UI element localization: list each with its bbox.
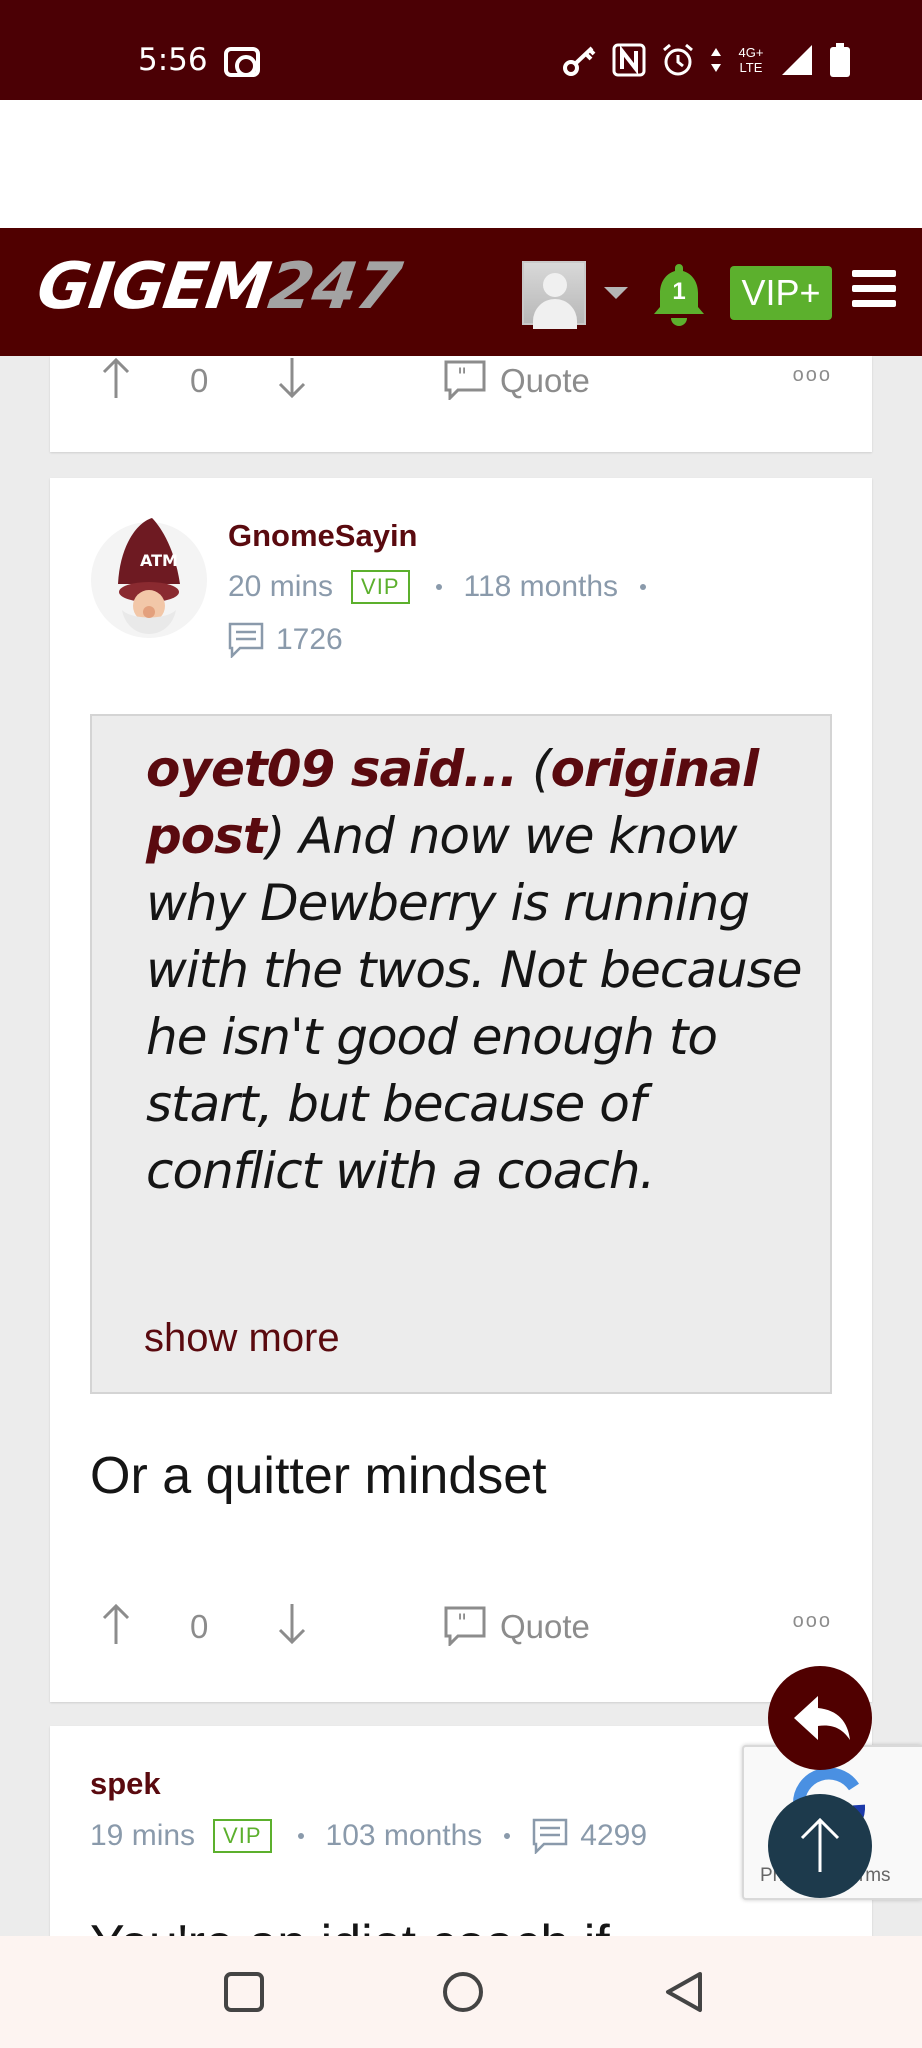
- upvote-icon[interactable]: [98, 356, 134, 400]
- system-nav-bar: [0, 1936, 922, 2048]
- post-count: 4299: [580, 1819, 648, 1852]
- post-body: Or a quitter mindset: [90, 1447, 547, 1505]
- svg-text:ATM: ATM: [140, 551, 178, 570]
- post-time: 20 mins: [228, 570, 334, 603]
- status-icons: 4G+ LTE: [562, 40, 852, 80]
- separator-dot: [435, 584, 442, 590]
- menu-icon[interactable]: [852, 270, 896, 310]
- member-tenure: 118 months: [463, 570, 619, 603]
- quote-author[interactable]: oyet09 said...: [146, 740, 518, 798]
- post-actions: 0 " Quote ooo: [98, 1602, 872, 1652]
- quote-paren-close: ): [265, 807, 285, 865]
- quote-body: And now we know why Dewberry is running …: [146, 807, 802, 1200]
- posts-icon: [533, 1818, 568, 1854]
- alarm-icon: [663, 43, 693, 76]
- network-label: 4G+ LTE: [738, 45, 764, 75]
- svg-text:": ": [457, 365, 467, 390]
- vote-count: 0: [190, 1608, 209, 1645]
- previous-post-actions: 0 " Quote ooo: [98, 356, 872, 406]
- post-meta: 19 mins VIP 103 months 4299: [90, 1818, 647, 1854]
- post-count-row: 1726: [228, 622, 343, 658]
- downvote-icon[interactable]: [274, 1602, 310, 1646]
- quote-icon[interactable]: ": [444, 1606, 486, 1646]
- quote-text: oyet09 said... (original post) And now w…: [146, 736, 806, 1205]
- quote-button[interactable]: Quote: [500, 362, 590, 400]
- logo-main: GIGEM: [32, 250, 275, 324]
- quoted-post: oyet09 said... (original post) And now w…: [90, 714, 832, 1394]
- data-arrows-icon: [711, 48, 721, 72]
- upvote-icon[interactable]: [98, 1602, 134, 1646]
- arrow-up-icon: [800, 1817, 840, 1872]
- scroll-to-top-button[interactable]: [768, 1794, 872, 1898]
- previous-post-card: 0 " Quote ooo: [50, 356, 872, 452]
- separator-dot: [640, 584, 647, 590]
- battery-icon: [830, 43, 850, 77]
- downvote-icon[interactable]: [274, 356, 310, 400]
- signal-icon: [782, 45, 812, 75]
- more-options-icon[interactable]: ooo: [793, 364, 832, 387]
- key-icon: [563, 46, 596, 76]
- quote-paren-open: (: [517, 740, 552, 798]
- show-more-link[interactable]: show more: [144, 1316, 340, 1361]
- member-tenure: 103 months: [325, 1819, 483, 1852]
- vip-plus-button[interactable]: VIP+: [730, 266, 832, 320]
- chevron-down-icon[interactable]: [604, 287, 628, 299]
- post-card: ATM GnomeSayin 20 mins VIP 118 months 17…: [50, 478, 872, 1702]
- status-time: 5:56: [138, 42, 208, 78]
- post-count: 1726: [276, 623, 343, 656]
- page-top-spacer: [0, 100, 922, 228]
- reply-button[interactable]: [768, 1666, 872, 1770]
- recents-icon[interactable]: [222, 1970, 266, 2014]
- avatar[interactable]: ATM: [88, 514, 210, 646]
- post-author[interactable]: GnomeSayin: [228, 518, 418, 554]
- quote-icon[interactable]: ": [444, 360, 486, 400]
- vip-badge: VIP: [213, 1819, 272, 1853]
- site-logo[interactable]: GIGEM247: [33, 250, 405, 324]
- post-author[interactable]: spek: [90, 1766, 161, 1802]
- vote-count: 0: [190, 362, 209, 399]
- user-avatar[interactable]: [522, 261, 586, 329]
- notification-count: 1: [672, 278, 686, 305]
- separator-dot: [297, 1833, 304, 1839]
- post-time: 19 mins: [90, 1819, 196, 1852]
- screen-record-icon: [224, 47, 260, 77]
- gnome-avatar-image: ATM: [91, 518, 207, 638]
- separator-dot: [504, 1833, 511, 1839]
- posts-icon: [228, 622, 264, 658]
- home-icon[interactable]: [441, 1970, 485, 2014]
- svg-text:": ": [457, 1611, 467, 1636]
- more-options-icon[interactable]: ooo: [793, 1610, 832, 1633]
- logo-number: 247: [264, 250, 406, 324]
- back-icon[interactable]: [662, 1970, 706, 2014]
- vip-badge: VIP: [351, 570, 410, 604]
- status-bar: 5:56 4G+ LTE: [0, 0, 922, 100]
- nfc-icon: [612, 43, 646, 77]
- post-meta: 20 mins VIP 118 months: [228, 570, 668, 604]
- reply-icon: [794, 1696, 850, 1740]
- quote-button[interactable]: Quote: [500, 1608, 590, 1646]
